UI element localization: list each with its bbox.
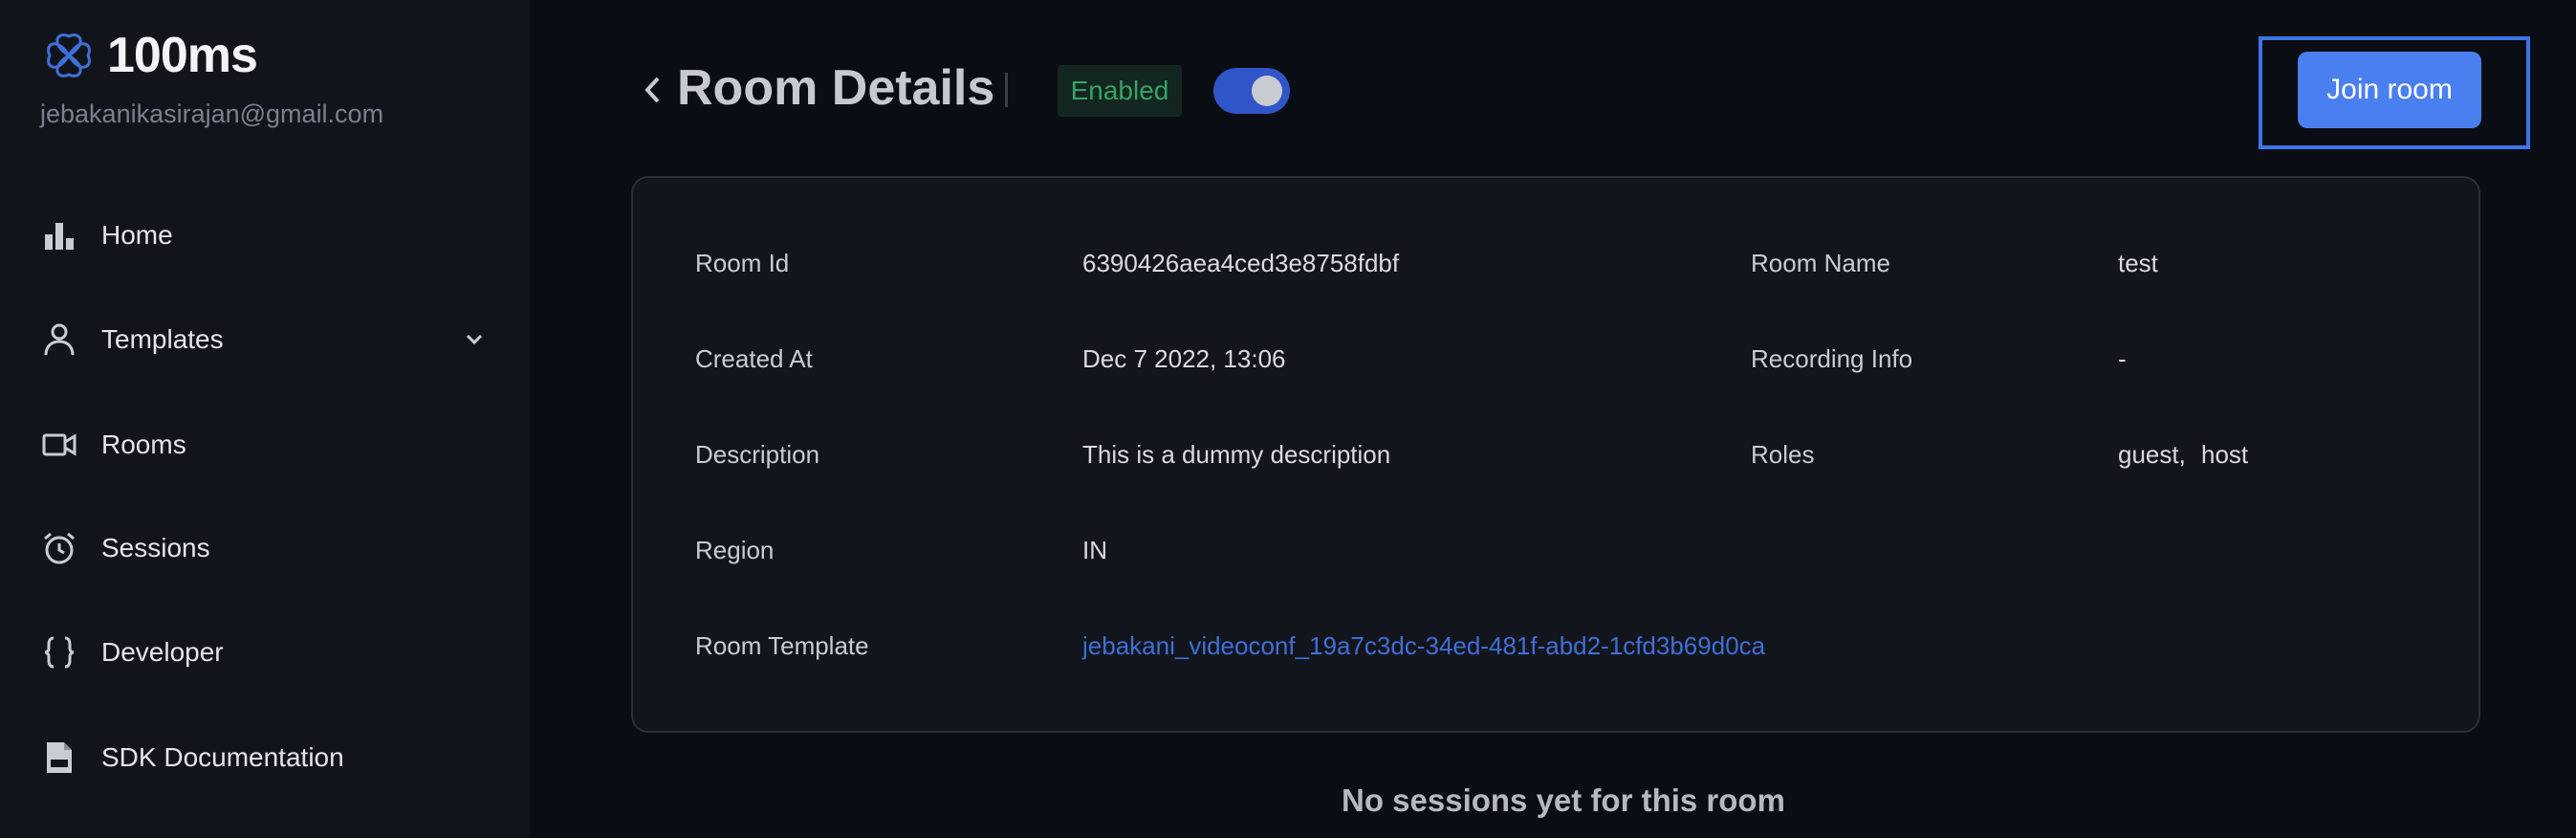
back-chevron-icon[interactable] xyxy=(639,71,667,109)
room-name-value: test xyxy=(2118,249,2158,277)
region-value: IN xyxy=(1082,536,1107,564)
video-camera-icon xyxy=(40,426,78,464)
room-id-label: Room Id xyxy=(695,249,790,277)
roles-label: Roles xyxy=(1751,440,1815,469)
recording-info-label: Recording Info xyxy=(1751,344,1913,373)
sidebar-item-templates[interactable]: Templates xyxy=(40,311,490,368)
room-template-label: Room Template xyxy=(695,631,869,660)
bar-chart-icon xyxy=(40,216,78,254)
sidebar-item-home[interactable]: Home xyxy=(40,207,490,264)
user-email: jebakanikasirajan@gmail.com xyxy=(40,99,384,128)
created-at-label: Created At xyxy=(695,344,813,373)
sidebar-item-sdk-documentation[interactable]: SDK Documentation xyxy=(40,729,490,786)
status-badge: Enabled xyxy=(1058,65,1182,117)
alarm-clock-icon xyxy=(40,529,78,567)
sidebar: 100ms jebakanikasirajan@gmail.com Home T… xyxy=(0,0,530,838)
room-name-label: Room Name xyxy=(1751,249,1890,277)
sidebar-item-label: Sessions xyxy=(101,533,210,562)
no-sessions-message: No sessions yet for this room xyxy=(1342,783,1785,818)
100ms-logo-icon xyxy=(47,33,91,77)
sidebar-item-label: Developer xyxy=(101,637,224,667)
sidebar-item-sessions[interactable]: Sessions xyxy=(40,519,490,577)
role-host: host xyxy=(2201,440,2249,469)
page-title: Room Details xyxy=(677,60,995,116)
description-value: This is a dummy description xyxy=(1082,440,1391,469)
sidebar-item-label: Rooms xyxy=(101,430,186,459)
room-enabled-toggle[interactable] xyxy=(1213,68,1290,114)
sidebar-item-label: Home xyxy=(101,220,173,250)
region-label: Region xyxy=(695,536,775,564)
sidebar-item-developer[interactable]: Developer xyxy=(40,624,490,681)
created-at-value: Dec 7 2022, 13:06 xyxy=(1082,344,1286,373)
room-template-link[interactable]: jebakani_videoconf_19a7c3dc-34ed-481f-ab… xyxy=(1082,631,1765,661)
brand-name: 100ms xyxy=(107,28,258,83)
document-icon xyxy=(40,739,78,777)
description-label: Description xyxy=(695,440,820,469)
sidebar-item-label: Templates xyxy=(101,324,224,354)
title-divider xyxy=(1005,73,1008,107)
room-id-value: 6390426aea4ced3e8758fdbf xyxy=(1082,249,1400,277)
person-icon xyxy=(40,320,78,359)
brand[interactable]: 100ms xyxy=(40,27,258,84)
toggle-knob xyxy=(1252,76,1282,106)
role-guest: guest, xyxy=(2118,440,2186,469)
sidebar-item-rooms[interactable]: Rooms xyxy=(40,416,490,474)
chevron-down-icon[interactable] xyxy=(459,324,490,355)
join-room-button[interactable]: Join room xyxy=(2298,52,2481,128)
recording-info-value: - xyxy=(2118,344,2127,373)
sidebar-item-label: SDK Documentation xyxy=(101,742,344,772)
curly-braces-icon xyxy=(40,633,78,672)
